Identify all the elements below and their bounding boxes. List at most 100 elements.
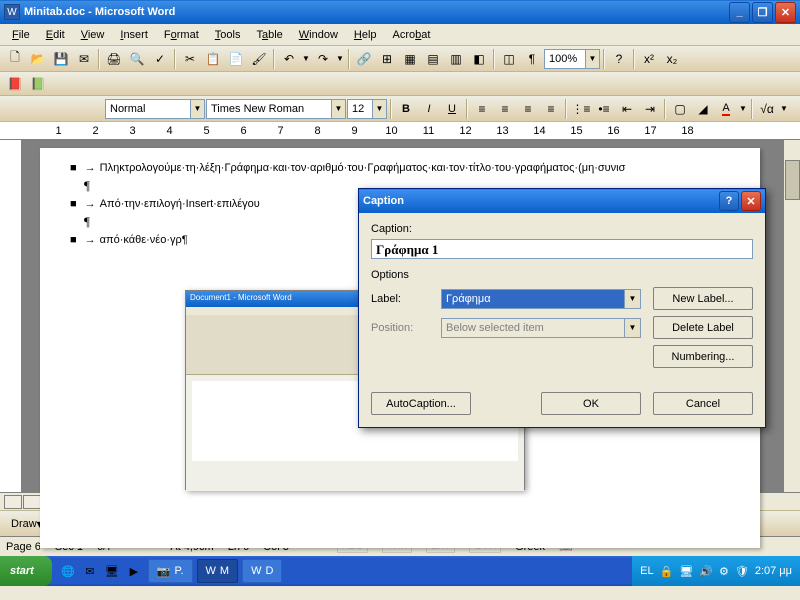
menu-table[interactable]: Table (248, 27, 290, 43)
table-icon[interactable]: ▦ (399, 48, 421, 70)
numbered-list-icon[interactable]: ⋮≡ (570, 98, 592, 120)
menu-window[interactable]: Window (291, 27, 346, 43)
mail-icon[interactable]: ✉ (73, 48, 95, 70)
menu-file[interactable]: File (4, 27, 38, 43)
window-title: Minitab.doc - Microsoft Word (24, 6, 729, 18)
position-select: Below selected item▼ (441, 318, 641, 338)
redo-icon[interactable]: ↷ (312, 48, 334, 70)
menu-edit[interactable]: Edit (38, 27, 73, 43)
redo-drop-icon[interactable]: ▼ (335, 48, 345, 70)
help-icon[interactable]: ? (608, 48, 630, 70)
undo-icon[interactable]: ↶ (278, 48, 300, 70)
taskbar-item[interactable]: W D (242, 559, 282, 583)
copy-icon[interactable]: 📋 (202, 48, 224, 70)
align-center-icon[interactable]: ≡ (494, 98, 516, 120)
cancel-button[interactable]: Cancel (653, 392, 753, 415)
dialog-title: Caption (363, 195, 404, 207)
dialog-help-button[interactable]: ? (719, 191, 739, 211)
tray-icon[interactable]: ⚙ (719, 565, 729, 578)
pdf-create-icon[interactable]: 📕 (4, 73, 26, 95)
new-label-button[interactable]: New Label... (653, 287, 753, 310)
paste-icon[interactable]: 📄 (225, 48, 247, 70)
columns-icon[interactable]: ▥ (445, 48, 467, 70)
print-icon[interactable]: 🖨 (103, 48, 125, 70)
align-justify-icon[interactable]: ≡ (540, 98, 562, 120)
highlight-icon[interactable]: ◢ (692, 98, 714, 120)
docmap-icon[interactable]: ◫ (498, 48, 520, 70)
minimize-button[interactable]: _ (729, 2, 750, 23)
taskbar-item-word[interactable]: W M (197, 559, 239, 583)
close-button[interactable]: ✕ (775, 2, 796, 23)
equation-icon[interactable]: √α (756, 98, 778, 120)
label-select[interactable]: Γράφημα▼ (441, 289, 641, 309)
open-icon[interactable]: 📂 (27, 48, 49, 70)
tray-icon[interactable]: 🖥 (679, 565, 693, 578)
style-combo[interactable]: Normal▼ (105, 99, 205, 119)
ruler-tick: 5 (188, 125, 225, 137)
menu-insert[interactable]: Insert (112, 27, 156, 43)
taskbar-item[interactable]: 📷 P. (148, 559, 193, 583)
ruler-tick: 17 (632, 125, 669, 137)
underline-icon[interactable]: U (441, 98, 463, 120)
tray-icon[interactable]: 🛡 (735, 565, 749, 578)
autocaption-button[interactable]: AutoCaption... (371, 392, 471, 415)
print-preview-icon[interactable]: 🔍 (126, 48, 148, 70)
dialog-close-button[interactable]: ✕ (741, 191, 761, 211)
menu-view[interactable]: View (73, 27, 113, 43)
ie-icon[interactable]: 🌐 (58, 560, 78, 582)
outlook-icon[interactable]: ✉ (80, 560, 100, 582)
save-icon[interactable]: 💾 (50, 48, 72, 70)
italic-icon[interactable]: I (418, 98, 440, 120)
bold-icon[interactable]: B (395, 98, 417, 120)
align-right-icon[interactable]: ≡ (517, 98, 539, 120)
indent-icon[interactable]: ⇥ (639, 98, 661, 120)
tray-lang[interactable]: EL (640, 565, 653, 577)
tray-icon[interactable]: 🔒 (660, 565, 674, 578)
menu-acrobat[interactable]: Acrobat (385, 27, 439, 43)
font-combo[interactable]: Times New Roman▼ (206, 99, 346, 119)
new-doc-icon[interactable]: 🗋 (4, 48, 26, 70)
start-button[interactable]: start (0, 556, 52, 586)
menu-tools[interactable]: Tools (207, 27, 249, 43)
menu-format[interactable]: Format (156, 27, 207, 43)
toolbar-standard: 🗋 📂 💾 ✉ 🖨 🔍 ✓ ✂ 📋 📄 🖌 ↶ ▼ ↷ ▼ 🔗 ⊞ ▦ ▤ ▥ … (0, 46, 800, 72)
scrollbar-vertical[interactable] (783, 140, 800, 492)
font-color-drop-icon[interactable]: ▼ (738, 98, 748, 120)
ruler-vertical[interactable] (0, 140, 22, 492)
numbering-button[interactable]: Numbering... (653, 345, 753, 368)
equation-drop-icon[interactable]: ▼ (779, 98, 789, 120)
web-view-button[interactable] (23, 495, 41, 509)
outdent-icon[interactable]: ⇤ (616, 98, 638, 120)
normal-view-button[interactable] (4, 495, 22, 509)
pdf-mail-icon[interactable]: 📗 (27, 73, 49, 95)
spellcheck-icon[interactable]: ✓ (149, 48, 171, 70)
subscript-icon[interactable]: x₂ (661, 48, 683, 70)
delete-label-button[interactable]: Delete Label (653, 316, 753, 339)
fontsize-combo[interactable]: 12▼ (347, 99, 387, 119)
maximize-button[interactable]: ❐ (752, 2, 773, 23)
bullet-list-icon[interactable]: •≡ (593, 98, 615, 120)
excel-icon[interactable]: ▤ (422, 48, 444, 70)
align-left-icon[interactable]: ≡ (471, 98, 493, 120)
ok-button[interactable]: OK (541, 392, 641, 415)
superscript-icon[interactable]: x² (638, 48, 660, 70)
ruler-horizontal[interactable]: 1 2 3 4 5 6 7 8 9 10 11 12 13 14 15 16 1… (0, 122, 800, 140)
undo-drop-icon[interactable]: ▼ (301, 48, 311, 70)
border-icon[interactable]: ▢ (669, 98, 691, 120)
menu-help[interactable]: Help (346, 27, 385, 43)
cut-icon[interactable]: ✂ (179, 48, 201, 70)
caption-input[interactable]: Γράφημα 1 (371, 239, 753, 259)
paragraph-text: Από·την·επιλογή·Insert·επιλέγου (100, 198, 260, 210)
font-color-icon[interactable]: A (715, 98, 737, 120)
zoom-combo[interactable]: 100%▼ (544, 49, 600, 69)
tray-clock[interactable]: 2:07 μμ (755, 565, 792, 577)
media-icon[interactable]: ▶ (124, 560, 144, 582)
pilcrow-icon[interactable]: ¶ (521, 48, 543, 70)
hyperlink-icon[interactable]: 🔗 (353, 48, 375, 70)
tray-icon[interactable]: 🔊 (699, 565, 713, 578)
format-painter-icon[interactable]: 🖌 (248, 48, 270, 70)
drawing-icon[interactable]: ◧ (468, 48, 490, 70)
borders-icon[interactable]: ⊞ (376, 48, 398, 70)
desktop-icon[interactable]: 🖥 (102, 560, 122, 582)
dialog-titlebar[interactable]: Caption ? ✕ (359, 189, 765, 213)
